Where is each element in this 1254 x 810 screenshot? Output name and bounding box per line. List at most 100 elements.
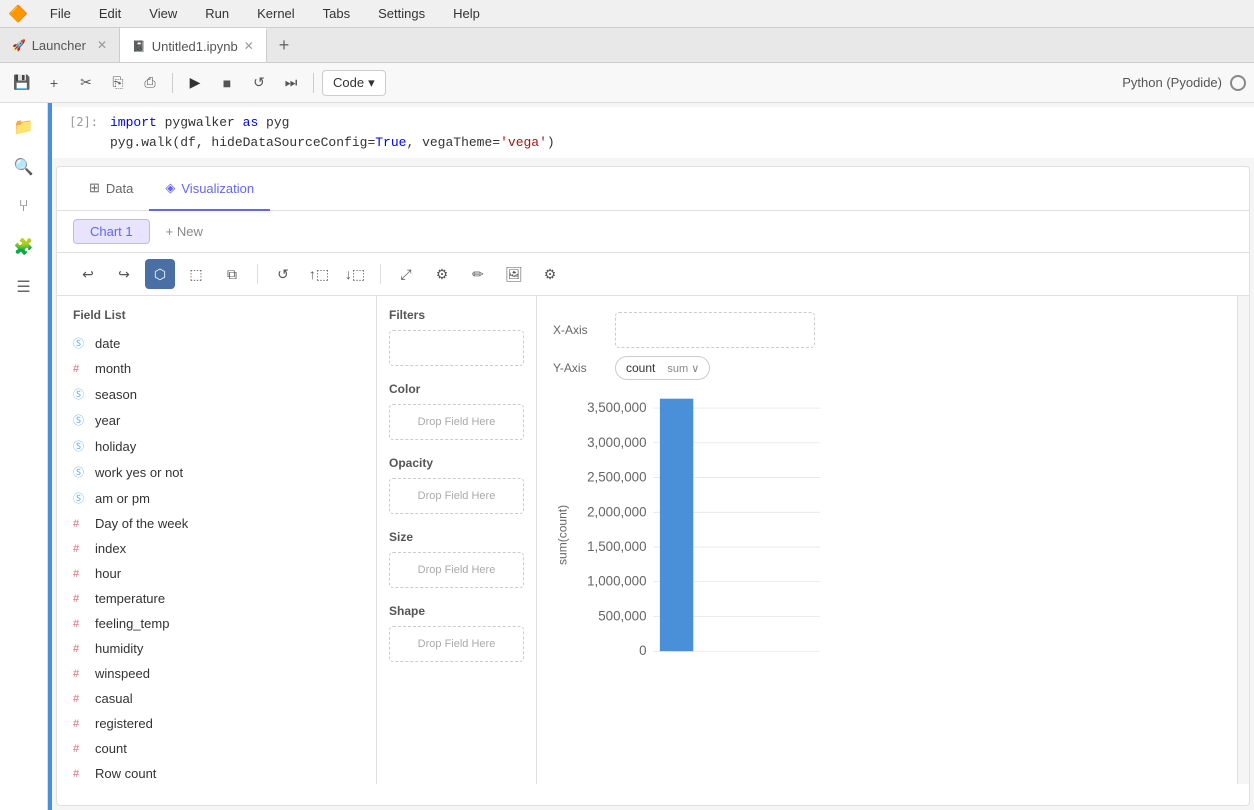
shape-section: Shape Drop Field Here [389, 604, 524, 662]
data-tab-label: Data [106, 181, 133, 196]
chart-type-button[interactable]: ⬡ [145, 259, 175, 289]
copy-button[interactable]: ⎘ [104, 69, 132, 97]
field-count[interactable]: # count [57, 736, 376, 761]
sidebar-table-icon[interactable]: ☰ [8, 271, 40, 303]
cut-button[interactable]: ✂ [72, 69, 100, 97]
field-temperature[interactable]: # temperature [57, 586, 376, 611]
right-scrollbar[interactable] [1237, 296, 1249, 784]
sort-asc-button[interactable]: ↑⬚ [304, 259, 334, 289]
field-row-count[interactable]: # Row count [57, 761, 376, 784]
y-axis-field-name: count [626, 361, 655, 375]
field-registered[interactable]: # registered [57, 711, 376, 736]
menu-bar: 🔶 File Edit View Run Kernel Tabs Setting… [0, 0, 1254, 28]
chart-tab-1[interactable]: Chart 1 [73, 219, 150, 244]
main-layout: 📁 🔍 ⑂ 🧩 ☰ [2]: import pygwalker as pyg p… [0, 103, 1254, 810]
viz-content: Field List Ⓢ date # month Ⓢ season Ⓢ [57, 296, 1249, 784]
field-feeling-temp[interactable]: # feeling_temp [57, 611, 376, 636]
field-day-of-week[interactable]: # Day of the week [57, 511, 376, 536]
sidebar-files-icon[interactable]: 📁 [8, 111, 40, 143]
cell-code[interactable]: import pygwalker as pyg pyg.walk(df, hid… [102, 107, 1254, 158]
field-hour[interactable]: # hour [57, 561, 376, 586]
menu-settings[interactable]: Settings [372, 4, 431, 23]
shape-drop-zone[interactable]: Drop Field Here [389, 626, 524, 662]
opacity-label: Opacity [389, 456, 524, 470]
y-axis-pill[interactable]: count sum ∨ [615, 356, 710, 380]
notebook-icon: 📓 [132, 40, 146, 53]
tab-notebook-close[interactable]: ✕ [244, 39, 254, 53]
stop-button[interactable]: ■ [213, 69, 241, 97]
color-drop-zone[interactable]: Drop Field Here [389, 404, 524, 440]
field-casual-label: casual [95, 691, 133, 706]
field-month-label: month [95, 361, 131, 376]
sort-desc-button[interactable]: ↓⬚ [340, 259, 370, 289]
y-label-1: 3,000,000 [587, 435, 646, 450]
field-season-label: season [95, 387, 137, 402]
size-drop-zone[interactable]: Drop Field Here [389, 552, 524, 588]
brush-button[interactable]: ✏ [463, 259, 493, 289]
field-year-label: year [95, 413, 120, 428]
save-button[interactable]: 💾 [8, 69, 36, 97]
field-date[interactable]: Ⓢ date [57, 330, 376, 356]
field-date-label: date [95, 336, 120, 351]
field-index[interactable]: # index [57, 536, 376, 561]
field-year[interactable]: Ⓢ year [57, 407, 376, 433]
field-ampm-label: am or pm [95, 491, 150, 506]
chart-settings-button[interactable]: ⚙ [427, 259, 457, 289]
layers-button[interactable]: ⧉ [217, 259, 247, 289]
restart-button[interactable]: ↺ [245, 69, 273, 97]
x-axis-label: X-Axis [553, 323, 603, 337]
sidebar-search-icon[interactable]: 🔍 [8, 151, 40, 183]
menu-run[interactable]: Run [199, 4, 235, 23]
field-holiday[interactable]: Ⓢ holiday [57, 433, 376, 459]
y-axis-title: sum(count) [555, 505, 569, 565]
sidebar-git-icon[interactable]: ⑂ [8, 191, 40, 223]
add-cell-button[interactable]: + [40, 69, 68, 97]
tab-add-button[interactable]: + [267, 28, 302, 63]
filters-drop-zone[interactable] [389, 330, 524, 366]
menu-edit[interactable]: Edit [93, 4, 127, 23]
expand-button[interactable]: ⤢ [391, 259, 421, 289]
paste-button[interactable]: ⎙ [136, 69, 164, 97]
field-casual[interactable]: # casual [57, 686, 376, 711]
field-work-yes-or-not[interactable]: Ⓢ work yes or not [57, 459, 376, 485]
add-chart-button[interactable]: + New [158, 220, 211, 243]
field-month[interactable]: # month [57, 356, 376, 381]
cell-type-label: Code [333, 75, 364, 90]
select-button[interactable]: ⬚ [181, 259, 211, 289]
image-button[interactable]: 🖼 [499, 259, 529, 289]
undo-button[interactable]: ↩ [73, 259, 103, 289]
left-sidebar: 📁 🔍 ⑂ 🧩 ☰ [0, 103, 48, 810]
redo-button[interactable]: ↪ [109, 259, 139, 289]
index-type-icon: # [73, 543, 87, 555]
color-label: Color [389, 382, 524, 396]
menu-file[interactable]: File [44, 4, 77, 23]
tab-visualization[interactable]: ◈ Visualization [149, 168, 270, 211]
toolbar: 💾 + ✂ ⎘ ⎙ ▶ ■ ↺ ⏭ Code ▾ Python (Pyodide… [0, 63, 1254, 103]
tab-data[interactable]: ⊞ Data [73, 168, 149, 211]
cell-type-chevron: ▾ [368, 75, 375, 91]
refresh-button[interactable]: ↺ [268, 259, 298, 289]
x-axis-drop-zone[interactable] [615, 312, 815, 348]
tab-notebook[interactable]: 📓 Untitled1.ipynb ✕ [120, 28, 267, 62]
cell-type-dropdown[interactable]: Code ▾ [322, 70, 386, 96]
field-am-or-pm[interactable]: Ⓢ am or pm [57, 485, 376, 511]
menu-view[interactable]: View [143, 4, 183, 23]
tab-launcher[interactable]: 🚀 Launcher ✕ [0, 28, 120, 62]
code-line-1: import pygwalker as pyg [110, 113, 1246, 133]
menu-kernel[interactable]: Kernel [251, 4, 301, 23]
dow-type-icon: # [73, 518, 87, 530]
field-winspeed[interactable]: # winspeed [57, 661, 376, 686]
field-humidity[interactable]: # humidity [57, 636, 376, 661]
image-settings-button[interactable]: ⚙ [535, 259, 565, 289]
toolbar-sep-1 [172, 73, 173, 93]
date-type-icon: Ⓢ [73, 335, 87, 351]
opacity-drop-zone[interactable]: Drop Field Here [389, 478, 524, 514]
month-type-icon: # [73, 363, 87, 375]
field-season[interactable]: Ⓢ season [57, 381, 376, 407]
menu-tabs[interactable]: Tabs [317, 4, 356, 23]
run-button[interactable]: ▶ [181, 69, 209, 97]
tab-launcher-close[interactable]: ✕ [97, 38, 107, 52]
menu-help[interactable]: Help [447, 4, 486, 23]
restart-run-button[interactable]: ⏭ [277, 69, 305, 97]
sidebar-extensions-icon[interactable]: 🧩 [8, 231, 40, 263]
